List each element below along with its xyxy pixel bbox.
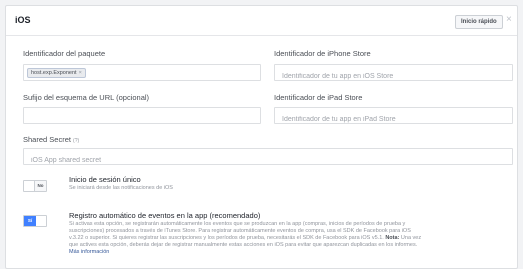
help-icon[interactable]: (?) [73,138,79,144]
iphone-store-id-field [274,64,513,84]
note-label: Nota: [385,235,400,241]
auto-event-logging-toggle[interactable]: Sí [23,215,47,227]
url-scheme-suffix-field [23,107,261,127]
single-sign-on-toggle-label: No [34,181,46,191]
single-sign-on-title: Inicio de sesión único [69,175,141,184]
token-remove-icon[interactable]: × [79,70,82,76]
shared-secret-input[interactable] [24,153,512,168]
bundle-id-token: host.exp.Exponent × [27,68,86,78]
iphone-store-id-label: Identificador de iPhone Store [274,49,371,58]
panel-title: iOS [15,15,31,25]
ipad-store-id-label: Identificador de iPad Store [274,93,363,102]
url-scheme-suffix-label: Sufijo del esquema de URL (opcional) [23,93,150,102]
url-scheme-suffix-input[interactable] [24,112,260,127]
quick-start-button[interactable]: Inicio rápido [455,15,503,29]
ipad-store-id-field [274,107,513,127]
more-info-link[interactable]: Más información [69,249,109,255]
bundle-id-label: Identificador del paquete [23,49,106,58]
single-sign-on-description: Se iniciará desde las notificaciones de … [69,185,173,191]
bundle-id-field[interactable]: host.exp.Exponent × [23,64,261,81]
single-sign-on-toggle[interactable]: No [23,180,47,192]
shared-secret-label-text: Shared Secret [23,135,71,144]
shared-secret-label: Shared Secret (?) [23,135,79,144]
auto-event-logging-toggle-label: Sí [24,216,36,226]
iphone-store-id-input[interactable] [275,69,512,84]
close-icon[interactable]: × [506,14,512,25]
ipad-store-id-input[interactable] [275,112,512,127]
ios-settings-panel: iOS Inicio rápido × Identificador del pa… [5,5,518,269]
auto-event-logging-title: Registro automático de eventos en la app… [69,211,261,220]
auto-event-logging-description: Si activas esta opción, se registrarán a… [69,221,424,256]
auto-event-logging-desc-1: Si activas esta opción, se registrarán a… [69,221,411,241]
panel-header: iOS Inicio rápido × [6,6,517,36]
shared-secret-field [23,148,513,168]
bundle-id-token-text: host.exp.Exponent [31,70,77,76]
